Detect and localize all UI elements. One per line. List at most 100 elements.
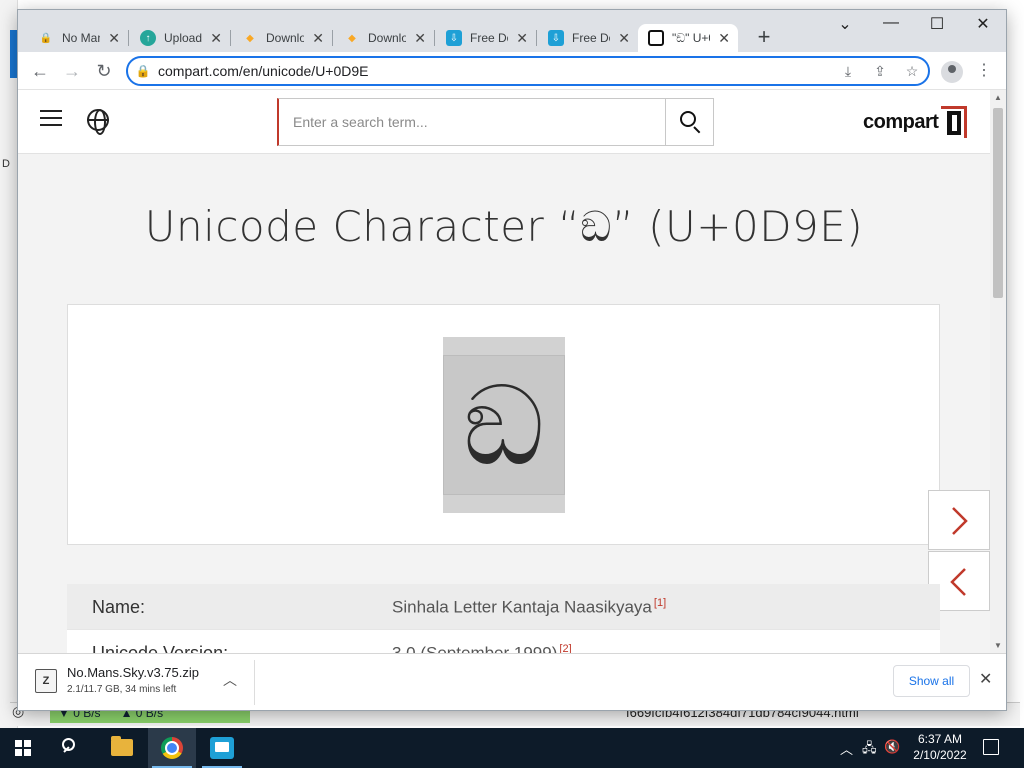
background-app-sidebar: D: [0, 0, 18, 728]
compart-icon: [648, 30, 664, 46]
chrome-window: 🔒 No Man's Sky ✕ ↑ Uploaded ✕ ◆ Download…: [18, 10, 1006, 710]
lock-red-icon: 🔒: [39, 32, 53, 44]
close-icon[interactable]: ✕: [210, 30, 222, 47]
new-tab-button[interactable]: +: [750, 24, 778, 52]
compart-logo[interactable]: compart: [863, 106, 968, 138]
scrollbar-thumb[interactable]: [993, 108, 1003, 298]
tab-3[interactable]: ◆ Download ✕: [334, 24, 435, 52]
tab-active[interactable]: "ඞ" U+0D9E ✕: [638, 24, 738, 52]
browser-toolbar: ← → ↻ 🔒 compart.com/en/unicode/U+0D9E ⤓ …: [18, 52, 1006, 90]
tab-4[interactable]: ⇩ Free Download ✕: [436, 24, 537, 52]
windows-start-icon[interactable]: [15, 740, 31, 756]
tab-5[interactable]: ⇩ Free Download ✕: [538, 24, 638, 52]
background-app-letter: D: [2, 158, 10, 170]
tab-separator: [536, 30, 537, 46]
property-value: 3.0 (September 1999)[2]: [392, 643, 572, 653]
chevron-left-icon: [950, 568, 966, 596]
close-icon[interactable]: ✕: [979, 669, 992, 689]
close-icon[interactable]: ✕: [312, 30, 324, 47]
address-bar[interactable]: 🔒 compart.com/en/unicode/U+0D9E ⤓ ⇪ ☆: [126, 56, 930, 86]
back-button[interactable]: ←: [27, 58, 53, 84]
hamburger-menu-icon[interactable]: [40, 110, 62, 130]
tab-2[interactable]: ◆ Download ✕: [232, 24, 333, 52]
download-manager-taskbar-button[interactable]: [198, 728, 246, 768]
file-explorer-taskbar-button[interactable]: [98, 728, 146, 768]
chevron-up-icon[interactable]: ︿: [840, 739, 853, 758]
close-icon[interactable]: ✕: [618, 30, 630, 47]
next-character-button[interactable]: [928, 490, 990, 550]
globe-icon[interactable]: [87, 109, 109, 135]
glyph-preview: ඞ: [443, 337, 565, 513]
reference-link[interactable]: [1]: [654, 597, 666, 609]
page-title: Unicode Character “ඞ” (U+0D9E): [144, 202, 864, 251]
zip-file-icon: Z: [35, 669, 57, 693]
tab-title: Uploaded: [164, 31, 202, 45]
volume-muted-icon[interactable]: 🔇: [884, 739, 900, 755]
download-filename: No.Mans.Sky.v3.75.zip: [67, 665, 199, 680]
tab-separator: [230, 30, 231, 46]
property-label: Unicode Version:: [92, 643, 229, 653]
tab-title: "ඞ" U+0D9E: [672, 30, 710, 45]
close-icon[interactable]: ✕: [516, 30, 528, 47]
table-row: Name: Sinhala Letter Kantaja Naasikyaya[…: [67, 584, 940, 630]
minimize-button[interactable]: —: [868, 14, 914, 38]
close-window-button[interactable]: ✕: [960, 14, 1006, 38]
tab-search-button[interactable]: ⌄: [822, 14, 868, 38]
tab-1[interactable]: ↑ Uploaded ✕: [130, 24, 231, 52]
forward-button[interactable]: →: [59, 58, 85, 84]
tab-title: Free Download: [470, 31, 508, 45]
menu-kebab-icon[interactable]: ⋮: [971, 60, 997, 82]
clock-date: 2/10/2022: [913, 748, 967, 762]
free-download-icon: ⇩: [548, 30, 564, 46]
upload-icon: ↑: [140, 30, 156, 46]
download-icon: ◆: [246, 32, 254, 44]
tab-title: Download: [266, 31, 304, 45]
system-clock[interactable]: 6:37 AM 2/10/2022: [905, 731, 975, 763]
chevron-right-icon: [952, 507, 968, 535]
download-status: 2.1/11.7 GB, 34 mins left: [67, 684, 177, 695]
reference-link[interactable]: [2]: [559, 643, 571, 653]
install-icon[interactable]: ⤓: [832, 63, 864, 80]
site-search-input[interactable]: Enter a search term...: [277, 98, 666, 146]
tab-0[interactable]: 🔒 No Man's Sky ✕: [28, 24, 129, 52]
download-item[interactable]: Z No.Mans.Sky.v3.75.zip 2.1/11.7 GB, 34 …: [18, 660, 255, 705]
search-button[interactable]: [665, 98, 714, 146]
site-header: Enter a search term... compart: [18, 90, 990, 154]
page-scrollbar[interactable]: ▲ ▼: [990, 90, 1006, 653]
tab-strip: 🔒 No Man's Sky ✕ ↑ Uploaded ✕ ◆ Download…: [18, 10, 1006, 52]
reload-button[interactable]: ↻: [91, 58, 117, 84]
share-icon[interactable]: ⇪: [864, 63, 896, 80]
search-icon: [680, 111, 696, 127]
properties-table: Name: Sinhala Letter Kantaja Naasikyaya[…: [67, 584, 940, 653]
table-row: Unicode Version: 3.0 (September 1999)[2]: [67, 630, 940, 653]
download-manager-icon: [210, 737, 234, 759]
profile-avatar[interactable]: [941, 61, 963, 83]
bookmark-star-icon[interactable]: ☆: [896, 63, 928, 80]
property-value: Sinhala Letter Kantaja Naasikyaya [1]: [392, 597, 667, 617]
scroll-up-icon[interactable]: ▲: [994, 93, 1002, 102]
background-app-accent: [10, 30, 18, 78]
close-icon[interactable]: ✕: [414, 30, 426, 47]
chevron-up-icon[interactable]: ︿: [223, 670, 237, 690]
logo-mark: [941, 106, 968, 138]
logo-text: compart: [863, 110, 939, 133]
tab-title: Free Download: [572, 31, 610, 45]
url-text[interactable]: compart.com/en/unicode/U+0D9E: [158, 63, 832, 79]
tab-separator: [128, 30, 129, 46]
search-icon[interactable]: [62, 738, 82, 758]
download-bar: Z No.Mans.Sky.v3.75.zip 2.1/11.7 GB, 34 …: [18, 653, 1006, 710]
tab-separator: [332, 30, 333, 46]
glyph-card: ඞ: [67, 304, 940, 545]
show-all-button[interactable]: Show all: [893, 665, 970, 697]
folder-icon: [111, 736, 133, 756]
close-icon[interactable]: ✕: [108, 30, 120, 47]
lock-icon[interactable]: 🔒: [128, 64, 158, 78]
scroll-down-icon[interactable]: ▼: [994, 641, 1002, 650]
chrome-taskbar-button[interactable]: [148, 728, 196, 768]
chrome-icon: [161, 737, 183, 759]
notification-icon[interactable]: [983, 739, 999, 755]
network-icon[interactable]: 🖧: [862, 739, 877, 761]
maximize-button[interactable]: ☐: [914, 14, 960, 38]
close-icon[interactable]: ✕: [718, 30, 730, 47]
taskbar: ︿ 🖧 🔇 6:37 AM 2/10/2022: [0, 728, 1024, 768]
